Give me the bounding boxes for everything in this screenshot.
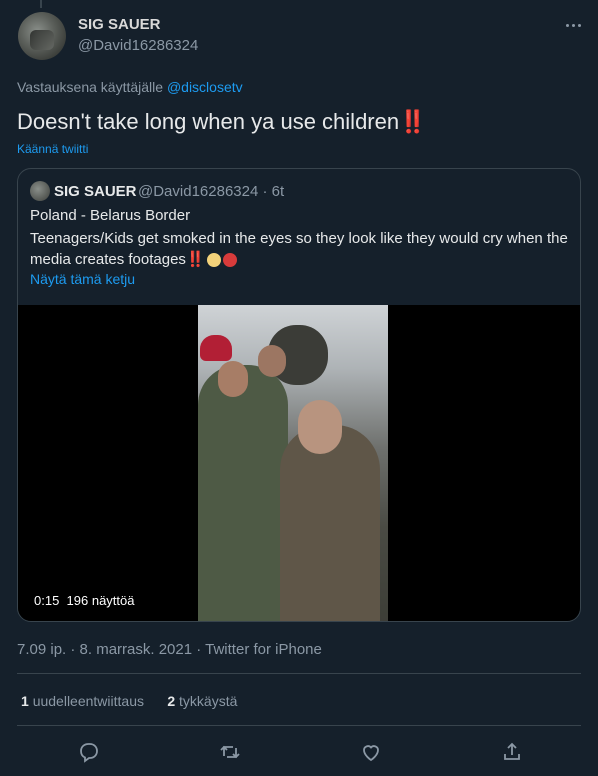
divider: [17, 673, 581, 674]
tweet-stats: 1 uudelleentwiittaus 2 tykkäystä: [21, 693, 237, 709]
video-player[interactable]: [18, 305, 580, 621]
share-icon[interactable]: [500, 740, 524, 764]
tweet-text: Doesn't take long when ya use children‼️: [17, 109, 427, 135]
video-kid-face: [298, 400, 342, 454]
video-duration: 0:15: [34, 593, 60, 608]
retweets-stat[interactable]: 1 uudelleentwiittaus: [21, 693, 144, 709]
video-frame: [198, 305, 388, 621]
angry-face-emoji: [222, 253, 237, 268]
reply-prefix: Vastauksena käyttäjälle: [17, 79, 164, 95]
quoted-display-name: SIG SAUER: [54, 183, 137, 200]
retweet-icon[interactable]: [218, 740, 242, 764]
quoted-text-line1: Poland - Belarus Border: [30, 207, 191, 224]
avatar[interactable]: [18, 12, 66, 60]
thread-line: [40, 0, 42, 8]
divider: [17, 725, 581, 726]
quoted-double-exclamation-emoji: ‼️: [185, 251, 205, 268]
video-person-left: [198, 365, 288, 621]
quoted-avatar: [30, 181, 50, 201]
author-handle[interactable]: @David16286324: [78, 37, 198, 54]
retweets-label: uudelleentwiittaus: [32, 693, 144, 709]
quoted-handle-time: @David16286324 · 6t: [138, 183, 285, 200]
show-thread-link[interactable]: Näytä tämä ketju: [30, 271, 135, 287]
timestamp[interactable]: 7.09 ip. · 8. marrask. 2021 · Twitter fo…: [17, 641, 322, 658]
likes-count: 2: [167, 693, 176, 709]
reply-context: Vastauksena käyttäjälle @disclosetv: [17, 79, 243, 95]
video-views: 196 näyttöä: [66, 593, 135, 608]
exploding-head-emoji: [206, 253, 221, 268]
likes-label: tykkäystä: [179, 693, 238, 709]
more-icon[interactable]: [560, 14, 588, 36]
video-face-back: [258, 345, 286, 377]
quoted-text-line2: Teenagers/Kids get smoked in the eyes so…: [30, 228, 570, 270]
video-kid: [280, 425, 380, 621]
like-icon[interactable]: [359, 740, 383, 764]
video-meta: 0:15 196 näyttöä: [30, 591, 139, 610]
quoted-tweet-card[interactable]: SIG SAUER @David16286324 · 6t Poland - B…: [17, 168, 581, 622]
retweets-count: 1: [21, 693, 29, 709]
video-face-left: [218, 361, 248, 397]
tweet-body: Doesn't take long when ya use children: [17, 109, 400, 134]
quoted-text-body: Teenagers/Kids get smoked in the eyes so…: [30, 230, 568, 268]
author-display-name[interactable]: SIG SAUER: [78, 16, 161, 33]
video-red-hat: [200, 335, 232, 361]
likes-stat[interactable]: 2 tykkäystä: [167, 693, 237, 709]
translate-link[interactable]: Käännä twiitti: [17, 142, 88, 156]
reply-icon[interactable]: [77, 740, 101, 764]
reply-to-link[interactable]: @disclosetv: [167, 79, 243, 95]
double-exclamation-emoji: ‼️: [399, 109, 427, 134]
